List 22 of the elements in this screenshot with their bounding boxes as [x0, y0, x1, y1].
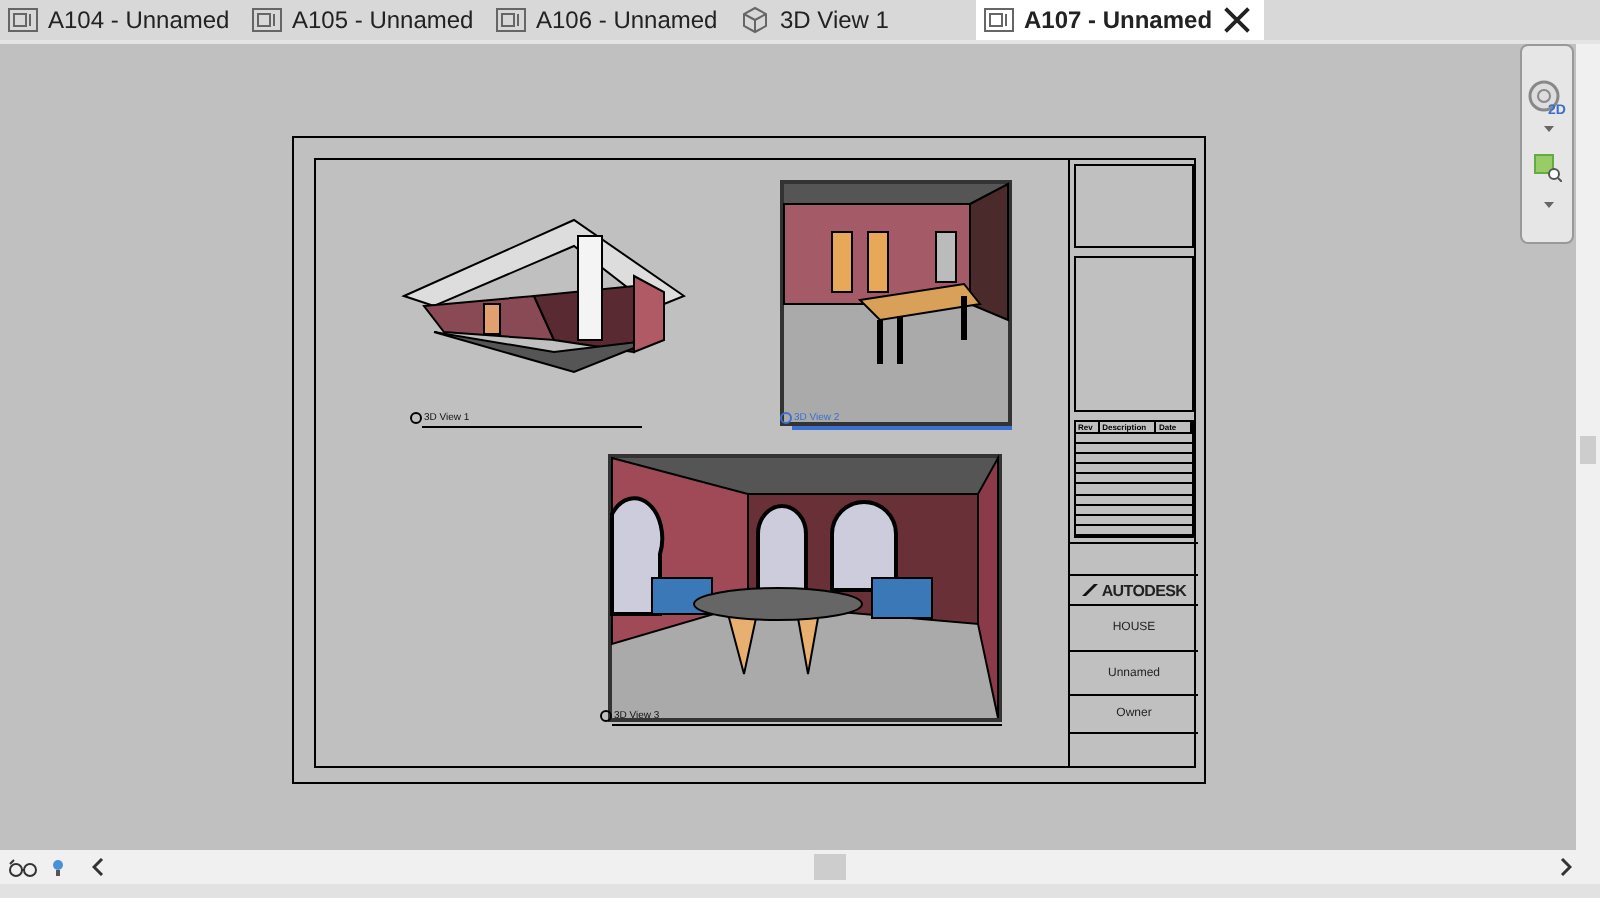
dropdown-arrow-icon[interactable] [1544, 126, 1554, 132]
view-tag-icon [780, 412, 792, 424]
view-tag-icon [600, 710, 612, 722]
sheet-icon [984, 6, 1014, 34]
scroll-thumb[interactable] [1580, 436, 1596, 464]
logo-icon [1081, 584, 1098, 596]
sheet-icon [496, 6, 526, 34]
dropdown-arrow-icon[interactable] [1544, 202, 1554, 208]
scroll-left-icon[interactable] [92, 858, 104, 876]
scroll-thumb[interactable] [814, 854, 846, 880]
glasses-icon[interactable] [8, 857, 40, 877]
zoom-region-icon[interactable] [1534, 154, 1562, 182]
view-tag-icon [410, 412, 422, 424]
company-logo: AUTODESK [1101, 581, 1187, 599]
tab[interactable]: A107 - Unnamed [976, 0, 1265, 40]
scroll-right-icon[interactable] [1560, 858, 1572, 876]
sheet-icon [252, 6, 282, 34]
sheet-icon [8, 6, 38, 34]
close-icon[interactable] [1222, 6, 1253, 34]
vertical-scrollbar[interactable] [1576, 44, 1600, 850]
cube-icon [740, 6, 770, 34]
lightbulb-icon[interactable] [52, 857, 64, 877]
